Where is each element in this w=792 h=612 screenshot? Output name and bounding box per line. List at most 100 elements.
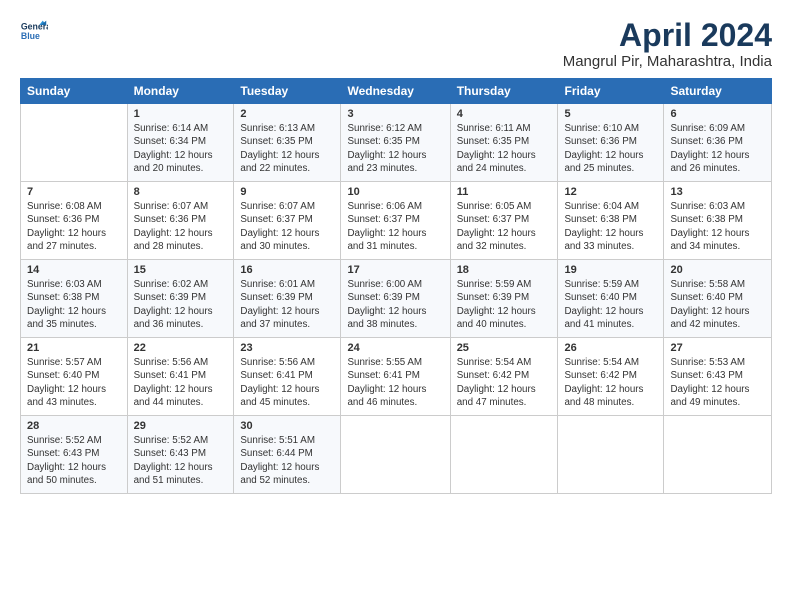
day-number: 9 (240, 186, 334, 198)
calendar-cell: 6Sunrise: 6:09 AM Sunset: 6:36 PM Daylig… (664, 104, 772, 182)
day-number: 5 (564, 108, 657, 120)
cell-content: Sunrise: 6:04 AM Sunset: 6:38 PM Dayligh… (564, 200, 657, 253)
calendar-cell: 23 Sunrise: 5:56 AM Sunset: 6:41 PM Dayli… (234, 338, 341, 416)
day-number: 12 (564, 186, 657, 198)
cell-content: Sunrise: 6:10 AM Sunset: 6:36 PM Dayligh… (564, 122, 657, 175)
cell-content: Sunrise: 5:56 AM Sunset: 6:41 PM Dayligh… (134, 356, 228, 409)
calendar-table: SundayMondayTuesdayWednesdayThursdayFrid… (20, 78, 772, 494)
day-number: 1 (134, 108, 228, 120)
calendar-cell: 17Sunrise: 6:00 AM Sunset: 6:39 PM Dayli… (341, 260, 450, 338)
day-number: 30 (240, 420, 334, 432)
calendar-cell: 15 Sunrise: 6:02 AM Sunset: 6:39 PM Dayli… (127, 260, 234, 338)
calendar-cell (341, 416, 450, 494)
calendar-cell: 11Sunrise: 6:05 AM Sunset: 6:37 PM Dayli… (450, 182, 558, 260)
calendar-cell: 3 Sunrise: 6:12 AM Sunset: 6:35 PM Daylig… (341, 104, 450, 182)
cell-content: Sunrise: 6:00 AM Sunset: 6:39 PM Dayligh… (347, 278, 443, 331)
calendar-cell: 9 Sunrise: 6:07 AM Sunset: 6:37 PM Daylig… (234, 182, 341, 260)
cell-content: Sunrise: 5:58 AM Sunset: 6:40 PM Dayligh… (670, 278, 765, 331)
calendar-cell: 20 Sunrise: 5:58 AM Sunset: 6:40 PM Dayli… (664, 260, 772, 338)
calendar-cell: 7 Sunrise: 6:08 AM Sunset: 6:36 PM Daylig… (21, 182, 128, 260)
col-header-monday: Monday (127, 79, 234, 104)
logo-icon: General Blue (20, 18, 48, 46)
calendar-cell (558, 416, 664, 494)
calendar-cell: 1Sunrise: 6:14 AM Sunset: 6:34 PM Daylig… (127, 104, 234, 182)
day-number: 3 (347, 108, 443, 120)
week-row-3: 21 Sunrise: 5:57 AM Sunset: 6:40 PM Dayli… (21, 338, 772, 416)
day-number: 6 (670, 108, 765, 120)
svg-text:Blue: Blue (21, 31, 40, 41)
header: General Blue April 2024 Mangrul Pir, Mah… (20, 18, 772, 70)
cell-content: Sunrise: 5:54 AM Sunset: 6:42 PM Dayligh… (457, 356, 552, 409)
day-number: 4 (457, 108, 552, 120)
cell-content: Sunrise: 5:59 AM Sunset: 6:39 PM Dayligh… (457, 278, 552, 331)
col-header-wednesday: Wednesday (341, 79, 450, 104)
calendar-cell: 2 Sunrise: 6:13 AM Sunset: 6:35 PM Daylig… (234, 104, 341, 182)
page: General Blue April 2024 Mangrul Pir, Mah… (0, 0, 792, 504)
day-number: 23 (240, 342, 334, 354)
week-row-0: 1Sunrise: 6:14 AM Sunset: 6:34 PM Daylig… (21, 104, 772, 182)
cell-content: Sunrise: 5:51 AM Sunset: 6:44 PM Dayligh… (240, 434, 334, 487)
week-row-1: 7 Sunrise: 6:08 AM Sunset: 6:36 PM Daylig… (21, 182, 772, 260)
day-number: 27 (670, 342, 765, 354)
title-area: April 2024 Mangrul Pir, Maharashtra, Ind… (563, 18, 772, 70)
calendar-cell: 18Sunrise: 5:59 AM Sunset: 6:39 PM Dayli… (450, 260, 558, 338)
day-number: 29 (134, 420, 228, 432)
day-number: 13 (670, 186, 765, 198)
calendar-cell: 26 Sunrise: 5:54 AM Sunset: 6:42 PM Dayli… (558, 338, 664, 416)
cell-content: Sunrise: 6:02 AM Sunset: 6:39 PM Dayligh… (134, 278, 228, 331)
cell-content: Sunrise: 5:53 AM Sunset: 6:43 PM Dayligh… (670, 356, 765, 409)
col-header-friday: Friday (558, 79, 664, 104)
cell-content: Sunrise: 6:07 AM Sunset: 6:36 PM Dayligh… (134, 200, 228, 253)
cell-content: Sunrise: 5:59 AM Sunset: 6:40 PM Dayligh… (564, 278, 657, 331)
calendar-cell: 4Sunrise: 6:11 AM Sunset: 6:35 PM Daylig… (450, 104, 558, 182)
calendar-cell: 10Sunrise: 6:06 AM Sunset: 6:37 PM Dayli… (341, 182, 450, 260)
day-number: 15 (134, 264, 228, 276)
week-row-4: 28Sunrise: 5:52 AM Sunset: 6:43 PM Dayli… (21, 416, 772, 494)
cell-content: Sunrise: 5:56 AM Sunset: 6:41 PM Dayligh… (240, 356, 334, 409)
day-number: 8 (134, 186, 228, 198)
day-number: 24 (347, 342, 443, 354)
calendar-cell: 28Sunrise: 5:52 AM Sunset: 6:43 PM Dayli… (21, 416, 128, 494)
calendar-cell: 21 Sunrise: 5:57 AM Sunset: 6:40 PM Dayli… (21, 338, 128, 416)
day-number: 26 (564, 342, 657, 354)
cell-content: Sunrise: 6:13 AM Sunset: 6:35 PM Dayligh… (240, 122, 334, 175)
cell-content: Sunrise: 6:12 AM Sunset: 6:35 PM Dayligh… (347, 122, 443, 175)
calendar-cell: 30 Sunrise: 5:51 AM Sunset: 6:44 PM Dayli… (234, 416, 341, 494)
col-header-saturday: Saturday (664, 79, 772, 104)
main-title: April 2024 (563, 18, 772, 53)
cell-content: Sunrise: 6:05 AM Sunset: 6:37 PM Dayligh… (457, 200, 552, 253)
col-header-thursday: Thursday (450, 79, 558, 104)
cell-content: Sunrise: 6:07 AM Sunset: 6:37 PM Dayligh… (240, 200, 334, 253)
subtitle: Mangrul Pir, Maharashtra, India (563, 53, 772, 70)
calendar-cell: 8 Sunrise: 6:07 AM Sunset: 6:36 PM Daylig… (127, 182, 234, 260)
calendar-cell (664, 416, 772, 494)
col-header-tuesday: Tuesday (234, 79, 341, 104)
day-number: 25 (457, 342, 552, 354)
calendar-cell: 24 Sunrise: 5:55 AM Sunset: 6:41 PM Dayli… (341, 338, 450, 416)
day-number: 2 (240, 108, 334, 120)
day-number: 20 (670, 264, 765, 276)
calendar-cell: 14 Sunrise: 6:03 AM Sunset: 6:38 PM Dayli… (21, 260, 128, 338)
day-number: 21 (27, 342, 121, 354)
cell-content: Sunrise: 6:03 AM Sunset: 6:38 PM Dayligh… (27, 278, 121, 331)
day-number: 14 (27, 264, 121, 276)
cell-content: Sunrise: 6:08 AM Sunset: 6:36 PM Dayligh… (27, 200, 121, 253)
calendar-cell (450, 416, 558, 494)
cell-content: Sunrise: 5:54 AM Sunset: 6:42 PM Dayligh… (564, 356, 657, 409)
header-row: SundayMondayTuesdayWednesdayThursdayFrid… (21, 79, 772, 104)
calendar-cell: 13Sunrise: 6:03 AM Sunset: 6:38 PM Dayli… (664, 182, 772, 260)
day-number: 7 (27, 186, 121, 198)
calendar-cell: 25 Sunrise: 5:54 AM Sunset: 6:42 PM Dayli… (450, 338, 558, 416)
calendar-cell: 27 Sunrise: 5:53 AM Sunset: 6:43 PM Dayli… (664, 338, 772, 416)
logo: General Blue (20, 18, 48, 46)
day-number: 19 (564, 264, 657, 276)
calendar-cell: 19 Sunrise: 5:59 AM Sunset: 6:40 PM Dayli… (558, 260, 664, 338)
cell-content: Sunrise: 5:55 AM Sunset: 6:41 PM Dayligh… (347, 356, 443, 409)
calendar-cell (21, 104, 128, 182)
cell-content: Sunrise: 5:52 AM Sunset: 6:43 PM Dayligh… (27, 434, 121, 487)
cell-content: Sunrise: 5:57 AM Sunset: 6:40 PM Dayligh… (27, 356, 121, 409)
calendar-cell: 22Sunrise: 5:56 AM Sunset: 6:41 PM Dayli… (127, 338, 234, 416)
calendar-cell: 5 Sunrise: 6:10 AM Sunset: 6:36 PM Daylig… (558, 104, 664, 182)
cell-content: Sunrise: 5:52 AM Sunset: 6:43 PM Dayligh… (134, 434, 228, 487)
calendar-cell: 16Sunrise: 6:01 AM Sunset: 6:39 PM Dayli… (234, 260, 341, 338)
